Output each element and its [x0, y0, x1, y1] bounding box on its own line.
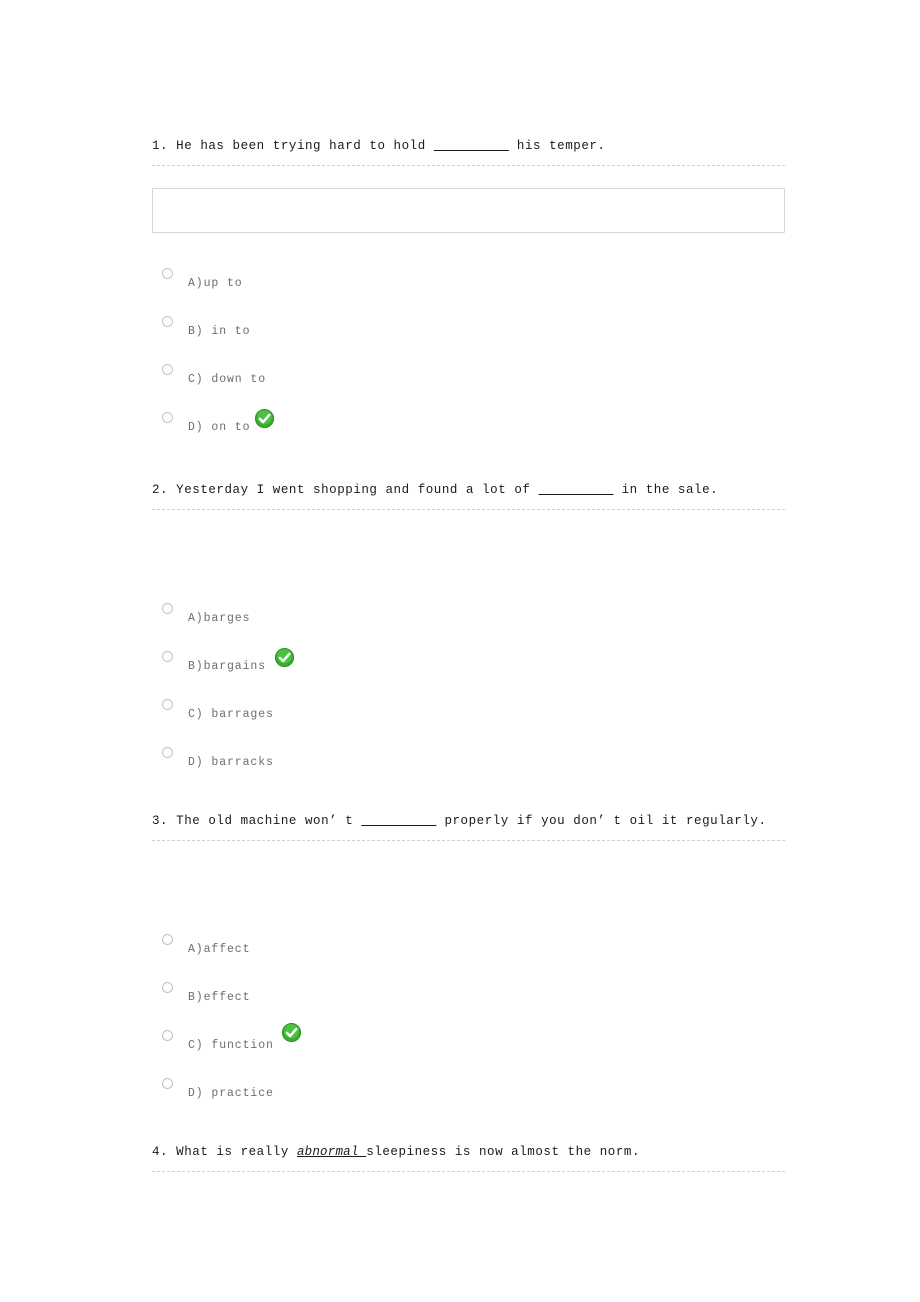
correct-answer-check-icon-2 — [274, 647, 295, 668]
option-label-1d: D) on to — [188, 421, 251, 434]
question-number-3: 3. — [152, 814, 169, 828]
question-blank-1: __________ — [433, 139, 509, 153]
option-label-2a: A)barges — [188, 612, 251, 625]
question-number-2: 2. — [152, 483, 169, 497]
option-row-1d[interactable]: D) on to — [152, 403, 788, 451]
option-label-2d: D) barracks — [188, 756, 274, 769]
radio-icon-3d[interactable] — [162, 1078, 173, 1089]
radio-icon-1b[interactable] — [162, 316, 173, 327]
option-row-2b[interactable]: B)bargains — [152, 642, 788, 690]
correct-answer-check-icon-1 — [254, 408, 275, 429]
option-label-1c: C) down to — [188, 373, 267, 386]
option-row-2a[interactable]: A)barges — [152, 594, 788, 642]
radio-icon-2b[interactable] — [162, 651, 173, 662]
option-row-1b[interactable]: B) in to — [152, 307, 788, 355]
question-blank-2: __________ — [538, 483, 614, 497]
question-body-3-after: properly if you don’ t oil it regularly. — [444, 814, 767, 828]
question-number-4: 4. — [152, 1145, 169, 1159]
question-number-1: 1. — [152, 139, 169, 153]
question-body-3: The old machine won’ t — [176, 814, 354, 828]
question-body-2: Yesterday I went shopping and found a lo… — [176, 483, 531, 497]
radio-icon-2a[interactable] — [162, 603, 173, 614]
option-row-1c[interactable]: C) down to — [152, 355, 788, 403]
option-label-3b: B)effect — [188, 991, 251, 1004]
option-row-3d[interactable]: D) practice — [152, 1069, 788, 1117]
option-label-3d: D) practice — [188, 1087, 274, 1100]
question-body-1-after: his temper. — [516, 139, 606, 153]
option-row-3b[interactable]: B)effect — [152, 973, 788, 1021]
option-label-3a: A)affect — [188, 943, 251, 956]
question-block-4: 4. What is really abnormal sleepiness is… — [152, 1144, 788, 1172]
quiz-page: 1. He has been trying hard to hold _____… — [0, 0, 920, 1302]
option-row-3c[interactable]: C) function — [152, 1021, 788, 1069]
radio-icon-3c[interactable] — [162, 1030, 173, 1041]
radio-icon-1a[interactable] — [162, 268, 173, 279]
option-label-1a: A)up to — [188, 277, 243, 290]
radio-icon-1c[interactable] — [162, 364, 173, 375]
answer-area-3 — [152, 841, 788, 899]
question-separator-4 — [152, 1171, 785, 1172]
radio-icon-3a[interactable] — [162, 934, 173, 945]
option-row-1a[interactable]: A)up to — [152, 259, 788, 307]
question-body-2-after: in the sale. — [621, 483, 719, 497]
question-prompt-3: 3. The old machine won’ t __________ pro… — [152, 813, 788, 840]
option-label-3c: C) function — [188, 1039, 274, 1052]
question-blank-3: __________ — [361, 814, 437, 828]
question-body-4-before: What is really — [176, 1145, 289, 1159]
question-body-4-after: sleepiness is now almost the norm. — [366, 1145, 641, 1159]
question-block-1: 1. He has been trying hard to hold _____… — [152, 138, 788, 451]
option-row-3a[interactable]: A)affect — [152, 925, 788, 973]
option-label-2c: C) barrages — [188, 708, 274, 721]
answer-input-1[interactable] — [152, 188, 785, 233]
option-label-1b: B) in to — [188, 325, 251, 338]
question-block-2: 2. Yesterday I went shopping and found a… — [152, 482, 788, 786]
radio-icon-2d[interactable] — [162, 747, 173, 758]
options-list-3: A)affect B)effect C) function D) practic… — [152, 925, 788, 1117]
answer-area-2 — [152, 510, 788, 568]
option-row-2c[interactable]: C) barrages — [152, 690, 788, 738]
question-prompt-1: 1. He has been trying hard to hold _____… — [152, 138, 788, 165]
question-emphasis-4: abnormal — [296, 1145, 367, 1159]
question-prompt-4: 4. What is really abnormal sleepiness is… — [152, 1144, 788, 1171]
options-list-1: A)up to B) in to C) down to D) on to — [152, 259, 788, 451]
option-label-2b: B)bargains — [188, 660, 267, 673]
question-prompt-2: 2. Yesterday I went shopping and found a… — [152, 482, 788, 509]
options-list-2: A)barges B)bargains C) barrages D) barra… — [152, 594, 788, 786]
quiz-container: 1. He has been trying hard to hold _____… — [152, 138, 788, 1172]
question-block-3: 3. The old machine won’ t __________ pro… — [152, 813, 788, 1117]
option-row-2d[interactable]: D) barracks — [152, 738, 788, 786]
radio-icon-1d[interactable] — [162, 412, 173, 423]
radio-icon-3b[interactable] — [162, 982, 173, 993]
question-body-1: He has been trying hard to hold — [176, 139, 426, 153]
correct-answer-check-icon-3 — [281, 1022, 302, 1043]
radio-icon-2c[interactable] — [162, 699, 173, 710]
question-separator-1 — [152, 165, 785, 166]
